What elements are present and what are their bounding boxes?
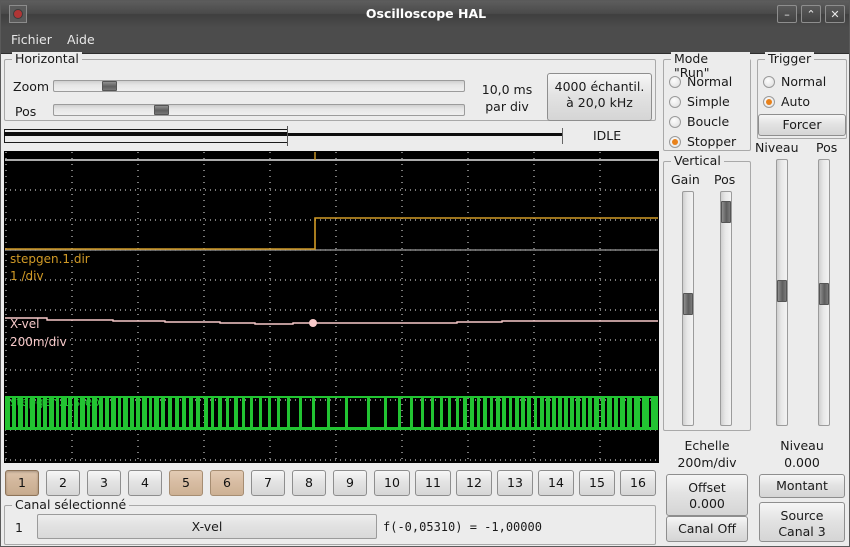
channel-button-10[interactable]: 10 xyxy=(374,470,410,496)
offset-button[interactable]: Offset 0.000 xyxy=(666,474,748,516)
horizontal-group-legend: Horizontal xyxy=(12,52,82,66)
window-title: Oscilloscope HAL xyxy=(365,6,487,21)
channel-button-11[interactable]: 11 xyxy=(415,470,451,496)
cursor-marker xyxy=(309,319,317,327)
zoom-slider-thumb[interactable] xyxy=(102,81,117,91)
vertical-group: Vertical xyxy=(663,154,751,431)
vertical-pos-label: Pos xyxy=(714,172,736,187)
maximize-button[interactable]: ⌃ xyxy=(801,5,821,23)
trigger-auto-label: Auto xyxy=(781,94,811,109)
channel-button-7[interactable]: 7 xyxy=(251,470,285,496)
horizontal-range-bar[interactable] xyxy=(4,126,563,146)
trigger-legend: Trigger xyxy=(765,52,815,66)
selected-channel-legend: Canal sélectionné xyxy=(12,498,130,512)
vertical-scale-caption: Echelle xyxy=(684,438,730,453)
channel-off-button[interactable]: Canal Off xyxy=(666,516,748,542)
trace-scale-stepgen-dir: 1 /div xyxy=(10,269,44,283)
run-status-label: IDLE xyxy=(593,128,622,143)
timebase-unit: par div xyxy=(485,99,529,114)
channel-button-2[interactable]: 2 xyxy=(46,470,80,496)
minimize-button[interactable]: – xyxy=(777,5,797,23)
menu-bar: Fichier Aide xyxy=(1,27,849,54)
trigger-level-slider[interactable] xyxy=(776,159,788,426)
vertical-pos-slider-thumb[interactable] xyxy=(721,201,731,223)
channel-button-16[interactable]: 16 xyxy=(620,470,656,496)
run-mode-simple-label: Simple xyxy=(687,94,730,109)
pos-label: Pos xyxy=(15,104,37,119)
menu-item-fichier[interactable]: Fichier xyxy=(11,27,52,53)
trigger-edge-button[interactable]: Montant xyxy=(759,474,845,498)
horizontal-pos-slider[interactable] xyxy=(53,104,465,116)
channel-button-3[interactable]: 3 xyxy=(87,470,121,496)
channel-button-6[interactable]: 6 xyxy=(210,470,244,496)
trigger-level-slider-thumb[interactable] xyxy=(777,280,787,302)
channel-button-4[interactable]: 4 xyxy=(128,470,162,496)
force-trigger-button[interactable]: Forcer xyxy=(758,114,846,136)
title-bar: Oscilloscope HAL – ⌃ ✕ xyxy=(1,1,849,28)
radio-icon xyxy=(763,76,775,88)
window-controls: – ⌃ ✕ xyxy=(777,5,845,23)
channel-button-12[interactable]: 12 xyxy=(456,470,492,496)
scope-display[interactable]: stepgen.1.dir 1 /div X-vel 200m/div step… xyxy=(4,151,659,463)
trigger-level-slider-label: Niveau xyxy=(755,140,799,155)
zoom-slider[interactable] xyxy=(53,80,465,92)
vertical-pos-slider[interactable] xyxy=(720,191,732,426)
radio-icon xyxy=(669,116,681,128)
selected-channel-signal-button[interactable]: X-vel xyxy=(37,514,377,539)
radio-icon-selected xyxy=(669,136,681,148)
channel-button-15[interactable]: 15 xyxy=(579,470,615,496)
zoom-label: Zoom xyxy=(13,79,50,94)
vertical-scale-readout: Echelle 200m/div xyxy=(663,437,751,471)
channel-button-13[interactable]: 13 xyxy=(497,470,533,496)
vertical-gain-slider[interactable] xyxy=(682,191,694,426)
close-button[interactable]: ✕ xyxy=(825,5,845,23)
menu-item-aide[interactable]: Aide xyxy=(67,27,95,53)
timebase-readout: 10,0 ms par div xyxy=(475,81,539,115)
selected-channel-number: 1 xyxy=(15,520,23,535)
channel-button-8[interactable]: 8 xyxy=(292,470,326,496)
vertical-gain-label: Gain xyxy=(671,172,700,187)
vertical-scale-value: 200m/div xyxy=(677,455,737,470)
radio-icon xyxy=(669,96,681,108)
channel-button-5[interactable]: 5 xyxy=(169,470,203,496)
trigger-source-button[interactable]: Source Canal 3 xyxy=(759,502,845,542)
channel-button-9[interactable]: 9 xyxy=(333,470,367,496)
trigger-level-value: 0.000 xyxy=(784,455,820,470)
radio-icon-selected xyxy=(763,96,775,108)
timebase-value: 10,0 ms xyxy=(481,82,533,97)
trigger-pos-slider[interactable] xyxy=(818,159,830,426)
run-mode-stopper-label: Stopper xyxy=(687,134,737,149)
oscilloscope-window: Oscilloscope HAL – ⌃ ✕ Fichier Aide Hori… xyxy=(0,0,850,547)
trace-label-stepgen-dir: stepgen.1.dir xyxy=(10,252,90,266)
trigger-level-readout: Niveau 0.000 xyxy=(757,437,847,471)
channel-button-14[interactable]: 14 xyxy=(538,470,574,496)
run-mode-boucle-label: Boucle xyxy=(687,114,730,129)
trace-label-x-vel: X-vel xyxy=(10,317,39,331)
offset-caption: Offset xyxy=(688,480,726,495)
offset-value: 0.000 xyxy=(689,496,725,511)
trigger-pos-slider-thumb[interactable] xyxy=(819,283,829,305)
sample-rate-label: à 20,0 kHz xyxy=(566,95,633,110)
trigger-level-caption: Niveau xyxy=(780,438,824,453)
trigger-normal-label: Normal xyxy=(781,74,827,89)
trigger-source-value: Canal 3 xyxy=(778,524,826,539)
scope-canvas: stepgen.1.dir 1 /div X-vel 200m/div step… xyxy=(5,152,658,462)
trigger-source-caption: Source xyxy=(780,508,824,523)
radio-icon xyxy=(669,76,681,88)
trace-scale-x-vel: 200m/div xyxy=(10,335,67,349)
sample-rate-button[interactable]: 4000 échantil. à 20,0 kHz xyxy=(547,73,652,121)
horizontal-pos-slider-thumb[interactable] xyxy=(154,105,169,115)
sample-count-label: 4000 échantil. xyxy=(554,79,645,94)
vertical-legend: Vertical xyxy=(671,154,724,168)
run-mode-normal-label: Normal xyxy=(687,74,733,89)
cursor-readout: f(-0,05310) = -1,00000 xyxy=(383,520,542,534)
trigger-pos-slider-label: Pos xyxy=(816,140,838,155)
vertical-gain-slider-thumb[interactable] xyxy=(683,293,693,315)
channel-button-1[interactable]: 1 xyxy=(5,470,39,496)
